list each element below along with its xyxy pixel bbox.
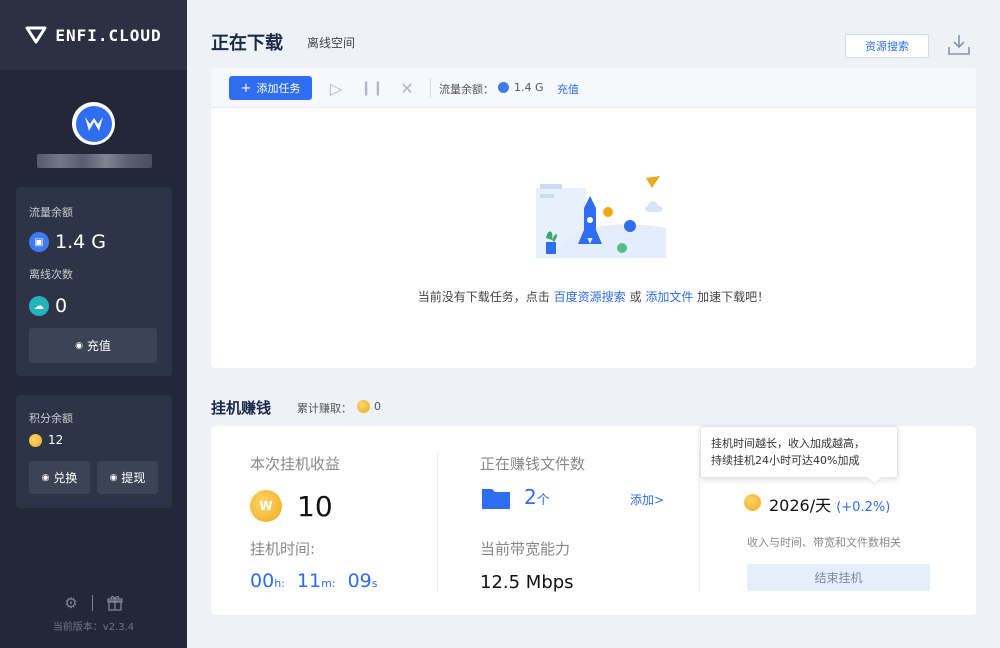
coin-icon xyxy=(29,433,42,447)
sidebar-footer: ⚙ 当前版本：v2.3.4 xyxy=(0,594,187,633)
empty-prefix: 当前没有下载任务，点击 xyxy=(417,290,550,304)
traffic-dot-icon xyxy=(498,82,509,93)
exchange-button[interactable]: ◉ 兑换 xyxy=(29,461,90,494)
idle-timer: 00h: 11m: 09s xyxy=(250,570,384,592)
traffic-balance-row: ▣ 1.4 G xyxy=(29,231,106,253)
coin-icon xyxy=(357,400,370,413)
footer-divider xyxy=(91,595,93,611)
version-label: 当前版本：v2.3.4 xyxy=(52,622,135,633)
empty-state-illustration xyxy=(536,176,666,258)
toolbar-traffic-label: 流量余额： xyxy=(439,83,494,96)
avatar[interactable] xyxy=(72,102,115,145)
add-files-link[interactable]: 添加> xyxy=(630,491,664,508)
resource-search-button[interactable]: 资源搜索 xyxy=(845,34,929,58)
download-icon[interactable] xyxy=(946,32,972,58)
tooltip-line-2: 持续挂机24小时可达40%加成 xyxy=(711,454,860,467)
coin-icon: W xyxy=(250,490,282,522)
session-earnings-label: 本次挂机收益 xyxy=(250,455,341,473)
timer-hours-unit: h: xyxy=(274,577,285,590)
baidu-search-link[interactable]: 百度资源搜索 xyxy=(554,290,626,304)
daily-rate: 2026/天 (+0.2%) xyxy=(769,492,890,516)
files-count-value: 2 xyxy=(524,485,537,509)
bandwidth-label: 当前带宽能力 xyxy=(480,540,571,558)
toolbar-divider xyxy=(430,78,431,98)
withdraw-label: 提现 xyxy=(121,471,146,485)
gift-icon[interactable] xyxy=(107,595,123,611)
cloud-icon: ☁ xyxy=(29,296,49,316)
offline-count-label: 离线次数 xyxy=(29,268,73,281)
traffic-balance-label: 流量余额 xyxy=(29,206,73,219)
withdraw-icon: ◉ xyxy=(109,472,118,483)
recharge-button[interactable]: ◉ 充值 xyxy=(29,328,157,363)
rate-note: 收入与时间、带宽和文件数相关 xyxy=(747,536,901,549)
files-count-unit: 个 xyxy=(536,493,550,508)
downloads-panel: + 添加任务 ▷ ❙❙ ✕ 流量余额： 1.4 G 充值 当前没有下载任务，点击… xyxy=(211,68,976,368)
add-task-label: 添加任务 xyxy=(256,82,301,95)
avatar-icon xyxy=(75,105,112,142)
sidebar: ENFI.CLOUD 流量余额 ▣ 1.4 G 离线次数 ☁ 0 ◉ 充值 积分… xyxy=(0,0,187,648)
offline-count-value: 0 xyxy=(55,295,68,317)
exchange-label: 兑换 xyxy=(53,471,78,485)
add-file-link[interactable]: 添加文件 xyxy=(645,290,693,304)
username-blurred xyxy=(37,154,152,168)
empty-middle: 或 xyxy=(629,290,642,304)
daily-rate-value: 2026/天 xyxy=(769,496,832,515)
timer-minutes-unit: m: xyxy=(321,577,336,590)
stop-idle-button[interactable]: 结束挂机 xyxy=(747,564,930,591)
points-balance-value: 12 xyxy=(48,433,64,447)
timer-hours: 00 xyxy=(250,570,275,592)
points-balance-label: 积分余额 xyxy=(29,412,73,425)
tooltip-line-1: 挂机时间越长，收入加成越高， xyxy=(711,437,865,450)
empty-state-message: 当前没有下载任务，点击 百度资源搜索 或 添加文件 加速下载吧！ xyxy=(211,288,976,305)
offline-count-row: ☁ 0 xyxy=(29,295,67,317)
points-card: 积分余额 12 ◉ 兑换 ◉ 提现 xyxy=(16,395,172,508)
toolbar-traffic-value: 1.4 G xyxy=(514,81,544,94)
earning-files-label: 正在赚钱文件数 xyxy=(480,455,586,473)
add-task-button[interactable]: + 添加任务 xyxy=(229,76,312,100)
enfi-logo-icon xyxy=(25,26,47,44)
exchange-icon: ◉ xyxy=(41,472,50,483)
folder-icon xyxy=(482,489,510,509)
balance-card: 流量余额 ▣ 1.4 G 离线次数 ☁ 0 ◉ 充值 xyxy=(16,187,172,376)
download-toolbar: + 添加任务 ▷ ❙❙ ✕ 流量余额： 1.4 G 充值 xyxy=(211,68,976,108)
close-icon[interactable]: ✕ xyxy=(397,78,417,98)
footer-icons: ⚙ xyxy=(0,594,187,612)
pause-icon[interactable]: ❙❙ xyxy=(360,78,383,98)
timer-seconds: 09 xyxy=(347,570,372,592)
recharge-icon: ◉ xyxy=(75,340,83,351)
traffic-balance-value: 1.4 G xyxy=(55,231,106,253)
bonus-tooltip: 挂机时间越长，收入加成越高， 持续挂机24小时可达40%加成 xyxy=(700,426,898,478)
page-title[interactable]: 正在下载 xyxy=(211,29,283,55)
withdraw-button[interactable]: ◉ 提现 xyxy=(97,461,158,494)
session-earnings-value: 10 xyxy=(297,490,333,523)
bandwidth-value: 12.5 Mbps xyxy=(480,572,574,593)
play-icon[interactable]: ▷ xyxy=(326,78,346,98)
points-balance-row: 12 xyxy=(29,433,63,447)
settings-gear-icon[interactable]: ⚙ xyxy=(64,594,77,612)
logo: ENFI.CLOUD xyxy=(0,0,187,70)
timer-seconds-unit: s xyxy=(371,577,378,590)
toolbar-recharge-link[interactable]: 充值 xyxy=(557,81,579,97)
timer-minutes: 11 xyxy=(296,570,322,592)
earning-files-count: 2个 xyxy=(524,485,550,509)
plus-icon: + xyxy=(240,80,252,96)
logo-text: ENFI.CLOUD xyxy=(55,25,162,45)
recharge-label: 充值 xyxy=(86,339,111,353)
tab-offline-space[interactable]: 离线空间 xyxy=(307,34,355,51)
earn-section-title: 挂机赚钱 xyxy=(211,399,272,417)
daily-rate-bonus: (+0.2%) xyxy=(836,500,891,515)
empty-suffix: 加速下载吧！ xyxy=(697,290,770,304)
column-divider xyxy=(437,450,438,592)
idle-time-label: 挂机时间: xyxy=(250,540,316,558)
total-earned-value: 0 xyxy=(374,400,381,413)
total-earned-label: 累计赚取： xyxy=(297,402,352,415)
coin-icon xyxy=(744,494,761,511)
traffic-icon: ▣ xyxy=(29,232,49,252)
